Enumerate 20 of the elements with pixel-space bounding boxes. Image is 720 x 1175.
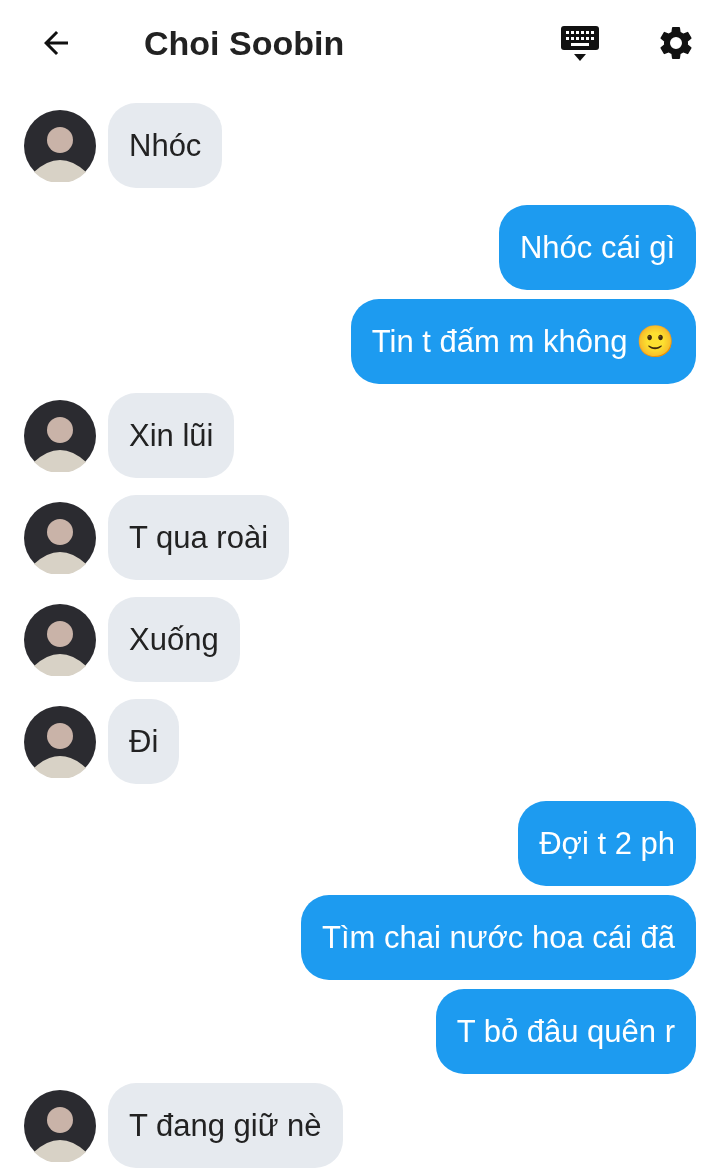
avatar[interactable] — [24, 705, 96, 778]
message-bubble: T bỏ đâu quên r — [435, 989, 696, 1074]
keyboard-icon — [560, 23, 600, 63]
message-bubble: Xin lũi — [108, 393, 235, 478]
message-bubble: Xuống — [108, 597, 240, 682]
avatar[interactable] — [24, 501, 96, 574]
message-bubble: Tìm chai nước hoa cái đã — [301, 895, 696, 980]
message-bubble: Đi — [108, 699, 180, 784]
keyboard-button[interactable] — [560, 23, 600, 63]
message-bubble: T đang giữ nè — [108, 1083, 343, 1168]
message-bubble: Nhóc cái gì — [498, 205, 696, 290]
avatar[interactable] — [24, 399, 96, 472]
avatar[interactable] — [24, 109, 96, 182]
message-bubble: T qua roài — [108, 495, 289, 580]
avatar[interactable] — [24, 603, 96, 676]
chat-title: Choi Soobin — [144, 23, 346, 63]
message-bubble: Tin t đấm m không 🙂 — [350, 299, 696, 384]
message-bubble: Nhóc — [108, 103, 223, 188]
message-bubble: Đợi t 2 ph — [518, 801, 696, 886]
avatar[interactable] — [24, 1089, 96, 1162]
